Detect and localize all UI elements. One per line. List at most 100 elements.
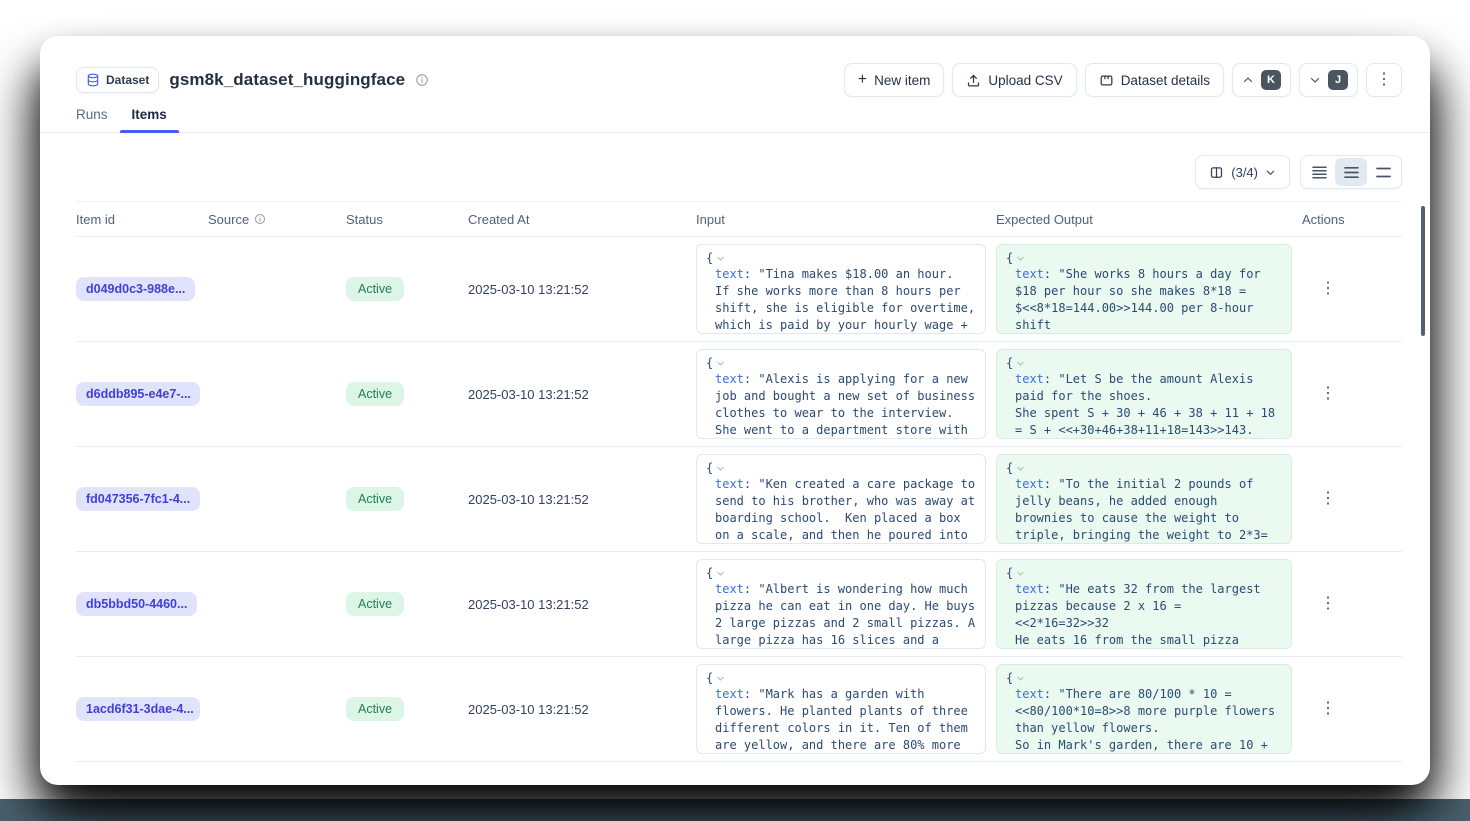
columns-icon [1209, 165, 1224, 180]
expected-output-json-cell[interactable]: { text: "She works 8 hours a day for $18… [996, 244, 1292, 334]
vertical-scrollbar-thumb[interactable] [1421, 206, 1425, 336]
row-height-small-button[interactable] [1303, 158, 1335, 186]
table-row: d049d0c3-988e... Active 2025-03-10 13:21… [76, 237, 1402, 342]
kebab-icon: ⋮ [1320, 595, 1336, 612]
brace-open: { [1006, 250, 1013, 267]
input-json-cell[interactable]: { text: "Tina makes $18.00 an hour. If s… [696, 244, 986, 334]
database-icon [86, 73, 100, 87]
json-key: text [715, 372, 744, 386]
status-badge: Active [346, 592, 404, 616]
dataset-details-button[interactable]: Dataset details [1085, 63, 1224, 97]
brace-open: { [1006, 460, 1013, 477]
header-more-menu-button[interactable]: ⋮ [1366, 63, 1402, 97]
row-actions-menu-button[interactable]: ⋮ [1312, 487, 1344, 511]
app-window: Dataset gsm8k_dataset_huggingface + New … [40, 36, 1430, 785]
created-at: 2025-03-10 13:21:52 [468, 387, 696, 402]
input-json-cell[interactable]: { text: "Albert is wondering how much pi… [696, 559, 986, 649]
collapse-chevron-icon[interactable] [716, 464, 725, 473]
table-header-row: Item id Source Status Created At Input E… [76, 201, 1402, 237]
item-id-pill[interactable]: d049d0c3-988e... [76, 277, 195, 301]
input-json-cell[interactable]: { text: "Ken created a care package to s… [696, 454, 986, 544]
col-header-source[interactable]: Source [208, 212, 346, 227]
info-icon [254, 213, 266, 225]
plus-icon: + [858, 72, 867, 88]
json-key: text [715, 582, 744, 596]
col-header-actions: Actions [1296, 212, 1402, 227]
upload-csv-button[interactable]: Upload CSV [952, 63, 1076, 97]
collapse-chevron-icon[interactable] [716, 569, 725, 578]
chevron-up-icon [1242, 74, 1254, 86]
kebab-icon: ⋮ [1376, 72, 1392, 88]
header-actions: + New item Upload CSV Dataset details [844, 63, 1402, 97]
row-height-large-button[interactable] [1367, 158, 1399, 186]
tab-runs[interactable]: Runs [64, 107, 120, 132]
item-id-pill[interactable]: d6ddb895-e4e7-... [76, 382, 200, 406]
collapse-user-k-button[interactable]: K [1232, 63, 1291, 97]
collapse-chevron-icon[interactable] [1016, 359, 1025, 368]
row-height-medium-button[interactable] [1335, 158, 1367, 186]
kebab-icon: ⋮ [1320, 700, 1336, 717]
row-actions-menu-button[interactable]: ⋮ [1312, 382, 1344, 406]
row-height-medium-icon [1344, 166, 1359, 179]
desktop-bottom-strip [0, 799, 1470, 821]
col-header-status[interactable]: Status [346, 212, 468, 227]
expected-output-json-cell[interactable]: { text: "There are 80/100 * 10 = <<80/10… [996, 664, 1292, 754]
row-actions-menu-button[interactable]: ⋮ [1312, 697, 1344, 721]
collapse-chevron-icon[interactable] [716, 254, 725, 263]
tab-items[interactable]: Items [120, 107, 179, 132]
page-header: Dataset gsm8k_dataset_huggingface + New … [40, 36, 1430, 98]
item-id-pill[interactable]: db5bbd50-4460... [76, 592, 197, 616]
page-title: gsm8k_dataset_huggingface [169, 70, 405, 90]
chevron-down-icon [1309, 74, 1321, 86]
json-key: text [715, 687, 744, 701]
avatar-j: J [1328, 70, 1348, 90]
col-header-input[interactable]: Input [696, 212, 996, 227]
row-actions-menu-button[interactable]: ⋮ [1312, 277, 1344, 301]
brace-open: { [706, 460, 713, 477]
new-item-button[interactable]: + New item [844, 63, 945, 97]
json-key: text [1015, 267, 1044, 281]
brace-open: { [1006, 355, 1013, 372]
status-badge: Active [346, 277, 404, 301]
item-id-pill[interactable]: 1acd6f31-3dae-4... [76, 697, 200, 721]
collapse-chevron-icon[interactable] [1016, 569, 1025, 578]
expand-user-j-button[interactable]: J [1299, 63, 1358, 97]
status-badge: Active [346, 382, 404, 406]
upload-icon [966, 73, 981, 88]
items-table: Item id Source Status Created At Input E… [76, 201, 1402, 762]
expected-output-json-cell[interactable]: { text: "To the initial 2 pounds of jell… [996, 454, 1292, 544]
collapse-chevron-icon[interactable] [716, 674, 725, 683]
row-height-small-icon [1312, 166, 1327, 179]
badge-label: Dataset [106, 73, 149, 87]
input-json-cell[interactable]: { text: "Mark has a garden with flowers.… [696, 664, 986, 754]
expected-output-json-cell[interactable]: { text: "He eats 32 from the largest piz… [996, 559, 1292, 649]
collapse-chevron-icon[interactable] [716, 359, 725, 368]
info-icon[interactable] [415, 73, 429, 87]
expected-output-json-cell[interactable]: { text: "Let S be the amount Alexis paid… [996, 349, 1292, 439]
brace-open: { [706, 670, 713, 687]
item-id-pill[interactable]: fd047356-7fc1-4... [76, 487, 200, 511]
collapse-chevron-icon[interactable] [1016, 674, 1025, 683]
json-key: text [715, 477, 744, 491]
json-key: text [1015, 582, 1044, 596]
row-height-large-icon [1376, 166, 1391, 179]
col-header-created-at[interactable]: Created At [468, 212, 696, 227]
collapse-chevron-icon[interactable] [1016, 254, 1025, 263]
kebab-icon: ⋮ [1320, 280, 1336, 297]
json-key: text [715, 267, 744, 281]
col-header-source-label: Source [208, 212, 249, 227]
columns-visibility-button[interactable]: (3/4) [1195, 155, 1290, 189]
input-json-cell[interactable]: { text: "Alexis is applying for a new jo… [696, 349, 986, 439]
col-header-expected-output[interactable]: Expected Output [996, 212, 1296, 227]
avatar-k: K [1261, 70, 1281, 90]
dataset-details-icon [1099, 73, 1114, 88]
created-at: 2025-03-10 13:21:52 [468, 492, 696, 507]
upload-csv-label: Upload CSV [988, 73, 1062, 88]
brace-open: { [1006, 565, 1013, 582]
columns-count-label: (3/4) [1231, 165, 1258, 180]
json-key: text [1015, 687, 1044, 701]
col-header-item-id[interactable]: Item id [76, 212, 208, 227]
row-actions-menu-button[interactable]: ⋮ [1312, 592, 1344, 616]
collapse-chevron-icon[interactable] [1016, 464, 1025, 473]
row-height-segmented-control [1300, 155, 1402, 189]
